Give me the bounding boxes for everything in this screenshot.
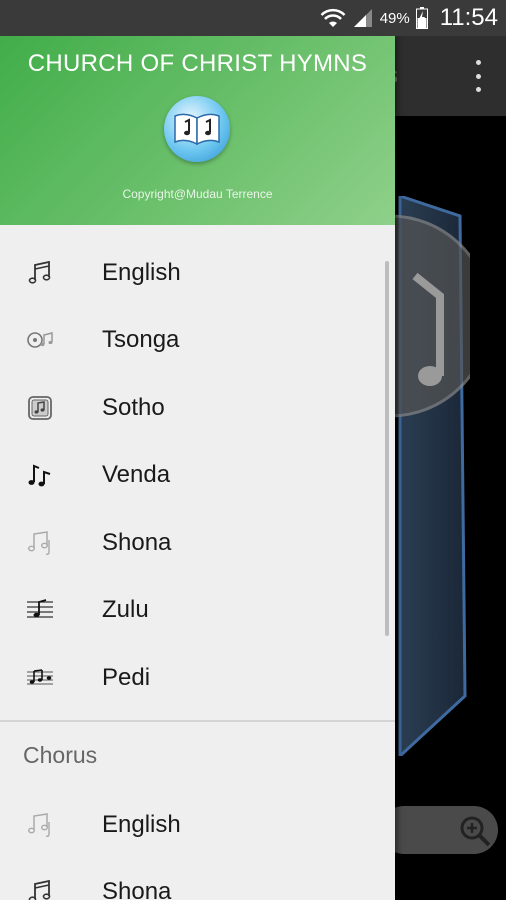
menu-label: English bbox=[102, 258, 181, 286]
menu-item-venda[interactable]: Venda bbox=[0, 442, 395, 510]
navigation-drawer: CHURCH OF CHRIST HYMNS Copyright@Mudau T… bbox=[0, 36, 395, 900]
chorus-item-english[interactable]: English bbox=[0, 791, 395, 859]
chorus-item-shona[interactable]: Shona bbox=[0, 859, 395, 900]
wifi-icon bbox=[320, 8, 346, 27]
music-note-icon bbox=[26, 878, 54, 900]
menu-label: Tsonga bbox=[102, 326, 180, 354]
music-note-bold-icon bbox=[26, 461, 54, 489]
music-note-light-icon bbox=[26, 811, 54, 839]
menu-label: English bbox=[102, 810, 181, 838]
menu-label: Sotho bbox=[102, 393, 165, 421]
menu-label: Zulu bbox=[102, 596, 149, 624]
hymn-book-icon bbox=[164, 96, 230, 162]
battery-charging-icon bbox=[415, 7, 428, 29]
menu-label: Venda bbox=[102, 461, 171, 489]
menu-item-tsonga[interactable]: Tsonga bbox=[0, 307, 395, 375]
music-note-light-icon bbox=[26, 529, 54, 557]
search-bar[interactable] bbox=[380, 806, 498, 854]
menu-label: Shona bbox=[102, 528, 172, 556]
menu-label: Pedi bbox=[102, 663, 151, 691]
menu-label: Shona bbox=[102, 878, 172, 900]
music-staff-icon bbox=[26, 596, 54, 624]
status-bar: 49% 11:54 bbox=[0, 0, 506, 36]
drawer-header: CHURCH OF CHRIST HYMNS Copyright@Mudau T… bbox=[0, 36, 395, 225]
signal-icon bbox=[353, 9, 372, 27]
zoom-in-icon[interactable] bbox=[458, 814, 492, 848]
music-cd-icon bbox=[26, 326, 54, 354]
divider bbox=[0, 720, 395, 722]
menu-item-zulu[interactable]: Zulu bbox=[0, 577, 395, 645]
more-vert-icon[interactable] bbox=[472, 60, 484, 92]
chorus-section-title: Chorus bbox=[23, 742, 98, 768]
language-menu: English Tsonga Sotho Venda Shona Zulu Pe… bbox=[0, 239, 395, 712]
copyright-text: Copyright@Mudau Terrence bbox=[122, 187, 273, 201]
drawer-scrollbar[interactable] bbox=[385, 261, 389, 636]
music-album-icon bbox=[26, 394, 54, 422]
menu-item-sotho[interactable]: Sotho bbox=[0, 374, 395, 442]
music-note-icon bbox=[26, 259, 54, 287]
menu-item-shona[interactable]: Shona bbox=[0, 509, 395, 577]
chorus-menu: English Shona bbox=[0, 791, 395, 900]
clock: 11:54 bbox=[439, 4, 498, 31]
menu-item-pedi[interactable]: Pedi bbox=[0, 644, 395, 712]
music-score-icon bbox=[26, 664, 54, 692]
app-title: CHURCH OF CHRIST HYMNS bbox=[27, 50, 368, 77]
menu-item-english[interactable]: English bbox=[0, 239, 395, 307]
battery-percent: 49% bbox=[379, 9, 410, 27]
